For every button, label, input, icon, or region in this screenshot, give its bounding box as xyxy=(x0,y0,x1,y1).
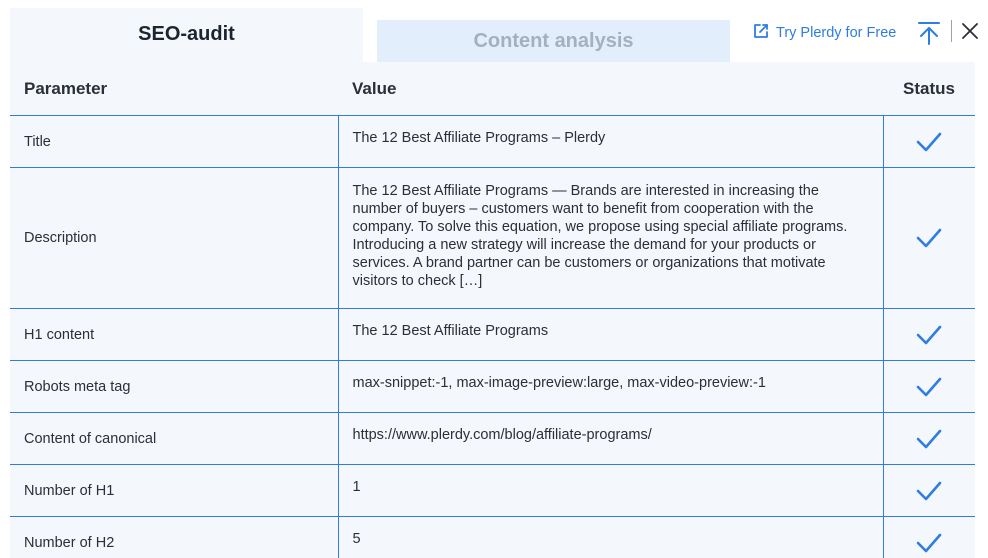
parameter-cell: Title xyxy=(10,115,338,168)
table-row: H1 content The 12 Best Affiliate Program… xyxy=(10,308,975,361)
status-cell xyxy=(883,412,975,465)
check-icon xyxy=(916,429,942,448)
parameter-cell: Content of canonical xyxy=(10,412,338,465)
parameter-cell: Number of H2 xyxy=(10,516,338,558)
check-icon xyxy=(916,228,942,248)
tab-seo-audit-label: SEO-audit xyxy=(138,22,235,45)
pin-top-button[interactable] xyxy=(916,20,942,46)
check-icon xyxy=(916,325,942,344)
check-icon xyxy=(916,481,942,500)
table-header-row: Parameter Value Status xyxy=(10,62,975,116)
seo-audit-table: Parameter Value Status Title The 12 Best… xyxy=(10,62,975,558)
tab-content-analysis[interactable]: Content analysis xyxy=(377,20,730,62)
table-row: Number of H1 1 xyxy=(10,464,975,517)
status-cell xyxy=(883,464,975,517)
tab-content-analysis-label: Content analysis xyxy=(473,29,634,52)
parameter-cell: Robots meta tag xyxy=(10,360,338,413)
column-header-parameter: Parameter xyxy=(10,62,338,116)
check-icon xyxy=(916,377,942,396)
table-row: Content of canonical https://www.plerdy.… xyxy=(10,412,975,465)
table-row: Robots meta tag max-snippet:-1, max-imag… xyxy=(10,360,975,413)
status-cell xyxy=(883,308,975,361)
status-cell xyxy=(883,115,975,168)
table-row: Title The 12 Best Affiliate Programs – P… xyxy=(10,115,975,168)
tab-seo-audit[interactable]: SEO-audit xyxy=(10,8,363,70)
close-button[interactable] xyxy=(960,21,980,41)
try-plerdy-link[interactable]: Try Plerdy for Free xyxy=(752,22,896,44)
value-cell: 1 xyxy=(337,464,884,517)
try-plerdy-label: Try Plerdy for Free xyxy=(776,25,897,41)
status-cell xyxy=(883,516,975,558)
value-cell: 5 xyxy=(337,516,884,558)
header-divider xyxy=(951,20,952,42)
parameter-cell: Number of H1 xyxy=(10,464,338,517)
status-cell xyxy=(883,167,975,309)
close-icon xyxy=(962,23,978,39)
value-cell: The 12 Best Affiliate Programs – Plerdy xyxy=(337,115,884,168)
external-link-icon xyxy=(752,22,770,44)
value-cell: max-snippet:-1, max-image-preview:large,… xyxy=(337,360,884,413)
value-cell: https://www.plerdy.com/blog/affiliate-pr… xyxy=(337,412,884,465)
column-header-status: Status xyxy=(883,62,975,116)
status-cell xyxy=(883,360,975,413)
check-icon xyxy=(916,533,942,552)
value-cell: The 12 Best Affiliate Programs xyxy=(337,308,884,361)
parameter-cell: Description xyxy=(10,167,338,309)
pin-top-icon xyxy=(918,22,940,45)
seo-audit-table-panel: Parameter Value Status Title The 12 Best… xyxy=(10,62,975,558)
check-icon xyxy=(916,132,942,151)
table-row: Description The 12 Best Affiliate Progra… xyxy=(10,167,975,309)
table-row: Number of H2 5 xyxy=(10,516,975,558)
value-cell: The 12 Best Affiliate Programs — Brands … xyxy=(337,167,884,309)
parameter-cell: H1 content xyxy=(10,308,338,361)
column-header-value: Value xyxy=(338,62,883,116)
